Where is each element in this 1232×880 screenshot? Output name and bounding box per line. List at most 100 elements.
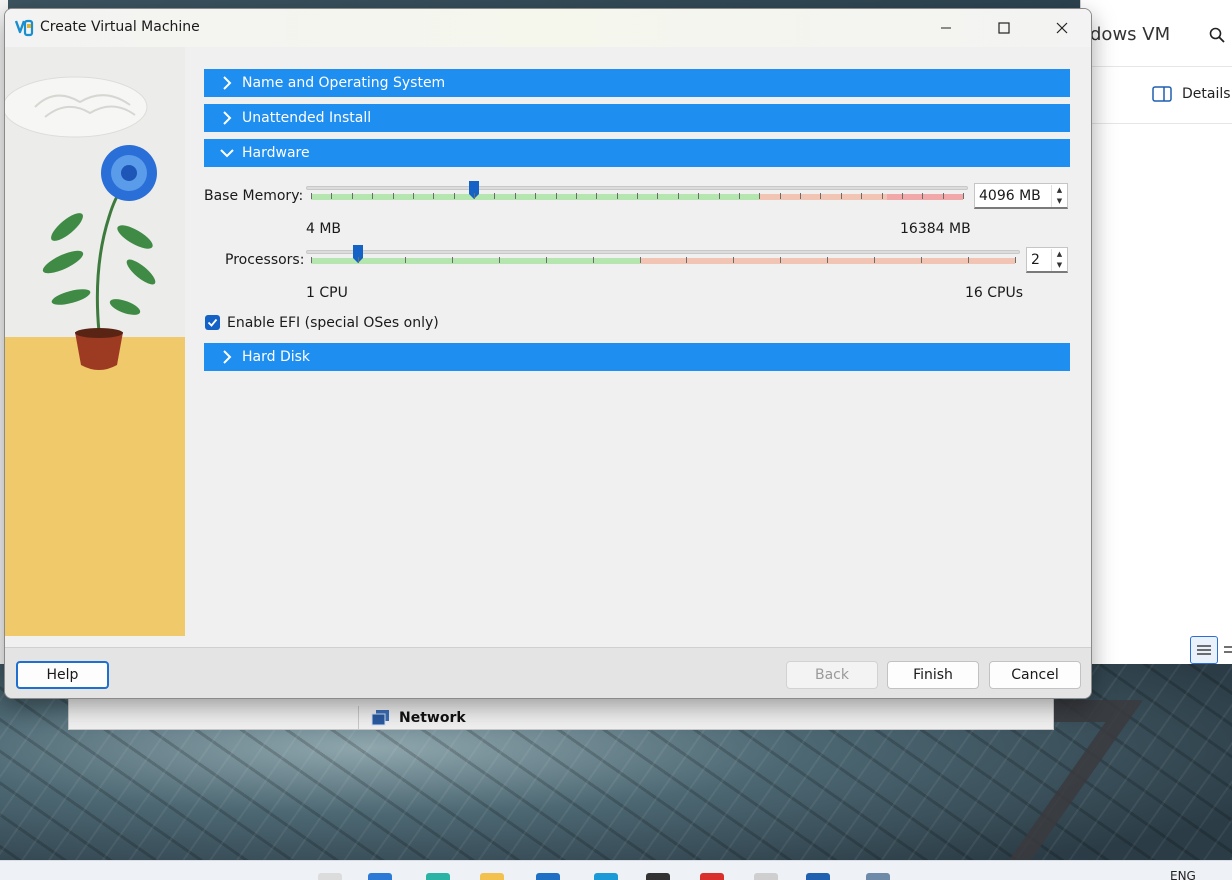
back-button[interactable]: Back <box>786 661 878 689</box>
slider-tick <box>943 193 944 199</box>
base-memory-max-label: 16384 MB <box>900 221 971 237</box>
slider-tick <box>405 257 406 263</box>
finish-button[interactable]: Finish <box>887 661 979 689</box>
taskbar: ENG <box>0 860 1232 880</box>
details-icon <box>1152 86 1172 102</box>
spin-down-icon[interactable]: ▼ <box>1052 260 1067 271</box>
slider-tick <box>311 193 312 199</box>
slider-tick <box>372 193 373 199</box>
slider-tick <box>874 257 875 263</box>
slider-tick <box>331 193 332 199</box>
spin-up-icon[interactable]: ▲ <box>1052 249 1067 260</box>
virtualbox-app-icon <box>14 19 34 37</box>
taskbar-virtualbox-icon[interactable] <box>806 873 830 880</box>
slider-tick <box>902 193 903 199</box>
slider-tick <box>678 193 679 199</box>
taskbar-app-icon[interactable] <box>594 873 618 880</box>
processors-label: Processors: <box>225 252 305 268</box>
slider-tick <box>413 193 414 199</box>
chevron-down-icon <box>220 149 234 158</box>
help-button[interactable]: Help <box>16 661 109 689</box>
list-view-button[interactable] <box>1190 636 1218 664</box>
processors-value[interactable]: 2 <box>1027 252 1051 268</box>
cancel-button[interactable]: Cancel <box>989 661 1081 689</box>
close-icon <box>1056 22 1068 34</box>
slider-tick <box>640 257 641 263</box>
slider-tick <box>393 193 394 199</box>
slider-tick <box>733 257 734 263</box>
slider-tick <box>576 193 577 199</box>
processors-spinbox[interactable]: 2 ▲ ▼ <box>1026 247 1068 273</box>
efi-checkbox[interactable] <box>205 315 220 330</box>
efi-label[interactable]: Enable EFI (special OSes only) <box>227 315 439 331</box>
slider-track <box>306 250 1020 254</box>
slider-tick <box>698 193 699 199</box>
search-icon[interactable] <box>1208 26 1226 44</box>
network-section-header[interactable]: Network <box>358 706 1054 730</box>
slider-tick <box>352 193 353 199</box>
spin-down-icon[interactable]: ▼ <box>1052 196 1067 207</box>
slider-tick <box>657 193 658 199</box>
section-hard-disk[interactable]: Hard Disk <box>204 343 1070 371</box>
taskbar-app-icon[interactable] <box>646 873 670 880</box>
slider-track <box>306 186 968 190</box>
slider-tick <box>358 257 359 263</box>
section-unattended-label: Unattended Install <box>242 110 372 126</box>
slider-tick <box>1015 257 1016 263</box>
section-name-os-label: Name and Operating System <box>242 75 446 91</box>
minimize-icon <box>941 27 951 29</box>
taskbar-app-icon[interactable] <box>368 873 392 880</box>
slider-tick <box>546 257 547 263</box>
processors-slider[interactable] <box>306 244 1020 274</box>
network-icon <box>371 710 389 726</box>
slider-tick <box>596 193 597 199</box>
slider-tick <box>800 193 801 199</box>
slider-tick <box>535 193 536 199</box>
spin-up-icon[interactable]: ▲ <box>1052 185 1067 196</box>
slider-tick <box>841 193 842 199</box>
slider-tick <box>827 257 828 263</box>
taskbar-app-icon[interactable] <box>754 873 778 880</box>
language-indicator[interactable]: ENG <box>1170 869 1196 880</box>
minimize-button[interactable] <box>917 9 975 47</box>
base-memory-slider[interactable] <box>306 180 968 210</box>
maximize-icon <box>998 22 1010 34</box>
taskbar-app-icon[interactable] <box>536 873 560 880</box>
background-window-title: dows VM <box>1090 24 1171 45</box>
section-name-os[interactable]: Name and Operating System <box>204 69 1070 97</box>
wizard-illustration <box>5 47 185 636</box>
dialog-titlebar[interactable]: Create Virtual Machine <box>5 9 1091 47</box>
section-hardware-label: Hardware <box>242 145 310 161</box>
base-memory-value[interactable]: 4096 MB <box>975 188 1051 204</box>
section-unattended[interactable]: Unattended Install <box>204 104 1070 132</box>
slider-tick <box>719 193 720 199</box>
slider-zone-warn <box>759 194 887 200</box>
base-memory-label: Base Memory: <box>204 188 304 204</box>
taskbar-app-icon[interactable] <box>318 873 342 880</box>
section-hardware[interactable]: Hardware <box>204 139 1070 167</box>
base-memory-spinbox[interactable]: 4096 MB ▲ ▼ <box>974 183 1068 209</box>
slider-tick <box>861 193 862 199</box>
slider-zone-bad <box>887 194 963 200</box>
chevron-right-icon <box>223 76 232 90</box>
slider-tick <box>780 193 781 199</box>
details-button[interactable]: Details <box>1152 86 1231 102</box>
dialog-footer: Help Back Finish Cancel <box>5 647 1091 698</box>
taskbar-app-icon[interactable] <box>700 873 724 880</box>
taskbar-folder-icon[interactable] <box>480 873 504 880</box>
slider-tick <box>739 193 740 199</box>
maximize-button[interactable] <box>975 9 1033 47</box>
checkmark-icon <box>207 318 218 327</box>
slider-tick <box>311 257 312 263</box>
slider-tick <box>515 193 516 199</box>
slider-tick <box>499 257 500 263</box>
taskbar-app-icon[interactable] <box>866 873 890 880</box>
processors-max-label: 16 CPUs <box>965 285 1024 301</box>
base-memory-min-label: 4 MB <box>306 221 342 237</box>
slider-tick <box>433 193 434 199</box>
network-label: Network <box>399 710 466 726</box>
slider-tick <box>474 193 475 199</box>
close-button[interactable] <box>1033 9 1091 47</box>
taskbar-app-icon[interactable] <box>426 873 450 880</box>
slider-tick <box>454 193 455 199</box>
